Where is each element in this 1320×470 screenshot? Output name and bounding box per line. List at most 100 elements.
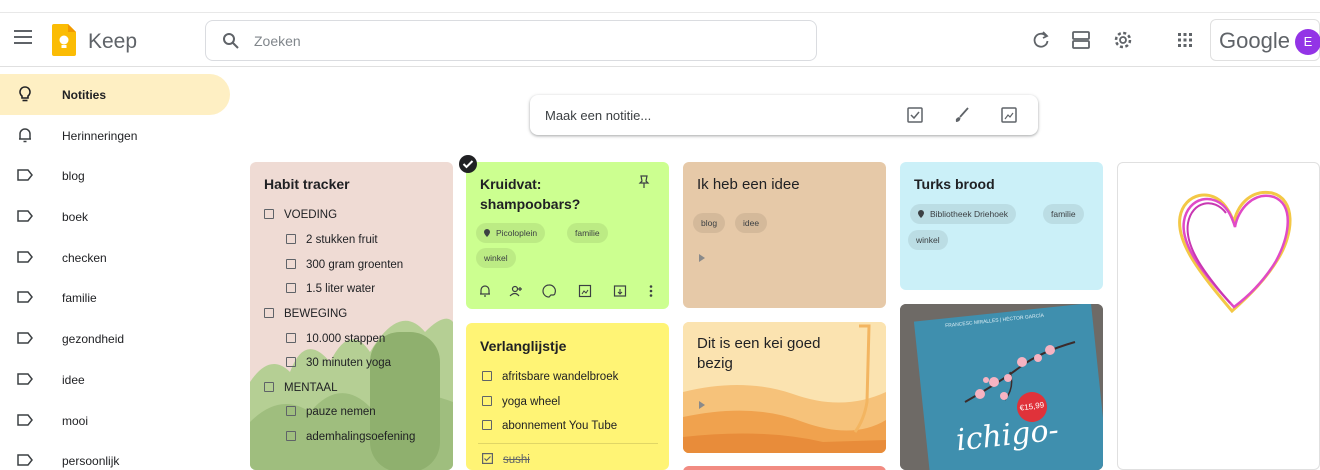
note-verlanglijstje[interactable]: Verlanglijstje afritsbare wandelbroek yo…: [466, 323, 669, 470]
label-chip[interactable]: winkel: [908, 230, 948, 250]
location-pin-icon: [918, 210, 924, 218]
checklist-item[interactable]: 10.000 stappen: [286, 333, 385, 345]
checklist-item[interactable]: 30 minuten yoga: [286, 357, 391, 369]
checklist-item[interactable]: 1.5 liter water: [286, 283, 375, 295]
app-name: Keep: [88, 30, 138, 53]
sidebar-item-familie[interactable]: familie: [0, 277, 232, 318]
label-icon: [17, 413, 33, 426]
sidebar-item-gezondheid[interactable]: gezondheid: [0, 318, 232, 359]
note-kruidvat[interactable]: Kruidvat: shampoobars? Picoloplein famil…: [466, 162, 669, 309]
sidebar-item-notities[interactable]: Notities: [0, 74, 230, 115]
note-title-line1: Dit is een kei goed: [697, 335, 821, 352]
note-habit-tracker[interactable]: Habit tracker VOEDING 2 stukken fruit 30…: [250, 162, 453, 470]
checked-checkbox-icon[interactable]: [482, 453, 493, 464]
label-chip[interactable]: familie: [567, 223, 608, 243]
checked-divider: [478, 443, 658, 444]
checklist-item[interactable]: BEWEGING: [264, 308, 347, 320]
note-next-red[interactable]: [683, 466, 886, 470]
note-turks-brood[interactable]: Turks brood Bibliotheek Driehoek familie…: [900, 162, 1103, 290]
avatar[interactable]: E: [1295, 29, 1320, 55]
checkbox[interactable]: [264, 308, 274, 318]
sidebar: Notities Herinneringen blog boek checken…: [0, 74, 232, 470]
list-view-icon[interactable]: [1070, 29, 1092, 51]
keep-logo-icon: [52, 24, 76, 56]
new-drawing-brush-icon[interactable]: [953, 106, 971, 124]
label-chip[interactable]: idee: [735, 213, 768, 233]
note-title: Verlanglijstje: [480, 338, 567, 354]
checkbox[interactable]: [264, 209, 274, 219]
checkbox[interactable]: [482, 371, 492, 381]
note-kei-goed-bezig[interactable]: Dit is een kei goed bezig: [683, 322, 886, 453]
note-heart-drawing[interactable]: [1117, 162, 1320, 470]
checkbox[interactable]: [286, 406, 296, 416]
checklist-item[interactable]: afritsbare wandelbroek: [482, 371, 618, 383]
checkbox[interactable]: [286, 259, 296, 269]
checklist-item[interactable]: yoga wheel: [482, 396, 560, 408]
label-icon: [17, 169, 33, 182]
sidebar-item-herinneringen[interactable]: Herinneringen: [0, 115, 232, 156]
sidebar-item-label: Notities: [62, 88, 107, 102]
label-icon: [17, 210, 33, 222]
new-list-checkbox-icon[interactable]: [906, 106, 924, 124]
sidebar-item-blog[interactable]: blog: [0, 155, 232, 196]
search-input[interactable]: [254, 29, 794, 53]
sidebar-item-boek[interactable]: boek: [0, 196, 232, 237]
label-chip[interactable]: familie: [1043, 204, 1084, 224]
settings-gear-icon[interactable]: [1112, 29, 1134, 51]
take-note-placeholder[interactable]: Maak een notitie...: [545, 108, 651, 123]
checkbox[interactable]: [264, 382, 274, 392]
take-note-bar[interactable]: Maak een notitie...: [530, 95, 1038, 135]
checklist-item[interactable]: ademhalingsoefening: [286, 431, 415, 443]
note-book-photo[interactable]: FRANCESC MIRALLES | HÉCTOR GARCÍA €15,99…: [900, 304, 1103, 470]
refresh-icon[interactable]: [1030, 29, 1052, 51]
note-ik-heb-een-idee[interactable]: Ik heb een idee blog idee: [683, 162, 886, 308]
lightbulb-icon: [19, 86, 31, 102]
select-note-check-icon[interactable]: [458, 154, 478, 174]
label-chip[interactable]: winkel: [476, 248, 516, 268]
sidebar-item-mooi[interactable]: mooi: [0, 400, 232, 441]
search-icon[interactable]: [222, 32, 240, 50]
archive-icon[interactable]: [613, 284, 627, 298]
apps-grid-icon[interactable]: [1174, 29, 1196, 51]
checklist-item[interactable]: pauze nemen: [286, 406, 376, 418]
play-audio-icon[interactable]: [699, 401, 705, 409]
sidebar-item-label: idee: [62, 372, 85, 387]
sidebar-item-label: familie: [62, 291, 97, 306]
checklist-item[interactable]: VOEDING: [264, 209, 337, 221]
sidebar-item-label: blog: [62, 169, 85, 184]
sidebar-item-checken[interactable]: checken: [0, 237, 232, 278]
reminder-bell-icon[interactable]: [478, 284, 492, 298]
checkbox[interactable]: [286, 357, 296, 367]
main-menu-button[interactable]: [14, 30, 32, 44]
checked-item[interactable]: sushi: [482, 453, 530, 466]
play-audio-icon[interactable]: [699, 254, 705, 262]
checkbox[interactable]: [482, 420, 492, 430]
checklist-item[interactable]: 2 stukken fruit: [286, 234, 378, 246]
pin-icon[interactable]: [637, 175, 651, 189]
sidebar-item-persoonlijk[interactable]: persoonlijk: [0, 440, 232, 470]
checklist-item[interactable]: MENTAAL: [264, 382, 337, 394]
checkbox[interactable]: [286, 333, 296, 343]
note-title: Turks brood: [914, 176, 995, 192]
collaborator-icon[interactable]: [509, 284, 523, 298]
account-switcher[interactable]: Google E: [1210, 19, 1320, 61]
checkbox[interactable]: [286, 234, 296, 244]
palette-icon[interactable]: [542, 284, 556, 298]
new-image-icon[interactable]: [1000, 106, 1018, 124]
search-bar[interactable]: [205, 20, 817, 61]
sidebar-item-label: gezondheid: [62, 332, 125, 347]
label-icon: [17, 373, 33, 385]
checkbox[interactable]: [482, 396, 492, 406]
more-options-icon[interactable]: [644, 284, 658, 298]
bell-icon: [19, 128, 31, 142]
location-chip[interactable]: Bibliotheek Driehoek: [910, 204, 1016, 224]
checklist-item[interactable]: abonnement You Tube: [482, 420, 617, 432]
sidebar-item-idee[interactable]: idee: [0, 359, 232, 400]
location-chip[interactable]: Picoloplein: [476, 223, 546, 243]
label-chip[interactable]: blog: [693, 213, 726, 233]
location-pin-icon: [484, 229, 490, 237]
checkbox[interactable]: [286, 283, 296, 293]
checkbox[interactable]: [286, 431, 296, 441]
add-image-icon[interactable]: [578, 284, 592, 298]
checklist-item[interactable]: 300 gram groenten: [286, 259, 403, 271]
